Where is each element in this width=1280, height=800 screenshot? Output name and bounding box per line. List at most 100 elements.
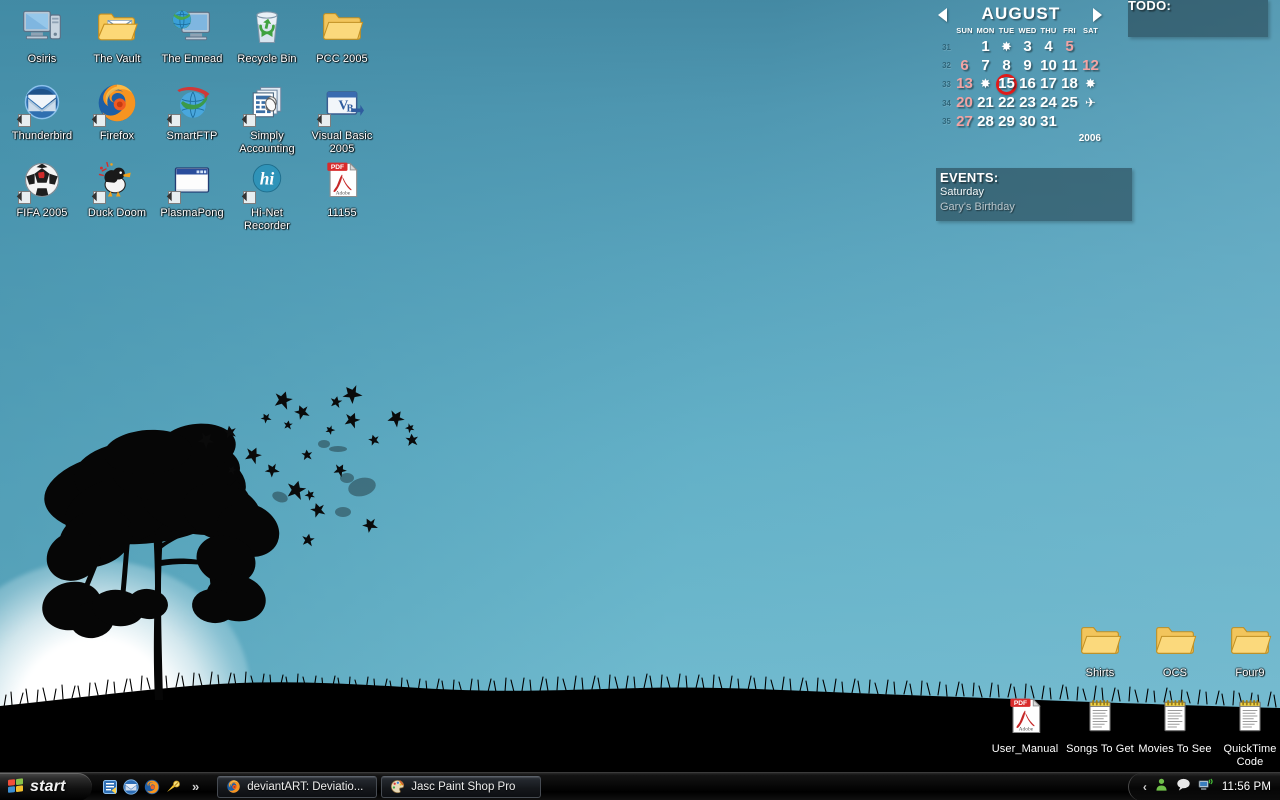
calendar-prev-month-arrow[interactable]: [938, 7, 950, 22]
desktop-icon-duck-doom[interactable]: Duck Doom: [79, 156, 155, 220]
desktop-icon-hi-net-recorder[interactable]: hi Hi-Net Recorder: [229, 156, 305, 232]
calendar-week-number: 34: [942, 98, 951, 108]
calendar-day-24[interactable]: 24: [1038, 94, 1059, 112]
calendar-sun-icon[interactable]: ✸: [996, 38, 1017, 56]
start-button[interactable]: start: [0, 772, 92, 800]
desktop-icon-shirts[interactable]: Shirts: [1062, 616, 1138, 680]
desktop-icon-songs-to-get[interactable]: Songs To Get: [1062, 692, 1138, 756]
desktop-icon-user-manual[interactable]: PDF Adobe User_Manual: [987, 692, 1063, 756]
desktop-icon-11155[interactable]: PDF Adobe 11155: [304, 156, 380, 220]
calendar-day-10[interactable]: 10: [1038, 57, 1059, 75]
network-icon[interactable]: [1198, 777, 1215, 797]
calendar-sun-icon[interactable]: ✸: [975, 75, 996, 93]
desktop-icon-four9[interactable]: Four9: [1212, 616, 1280, 680]
desktop-icon-osiris[interactable]: Osiris: [4, 2, 80, 66]
desktop-icon-label: Four9: [1235, 667, 1265, 679]
calendar-day-3[interactable]: 3: [1017, 38, 1038, 56]
calendar-weekday-header: SUN MON TUE WED THU FRI SAT: [936, 26, 1106, 38]
taskbar-button-deviantart-deviatio[interactable]: deviantART: Deviatio...: [217, 775, 378, 798]
calendar-day-17[interactable]: 17: [1038, 75, 1059, 93]
calendar-day-number: 31: [1040, 112, 1057, 130]
calendar-day-5[interactable]: 5: [1059, 38, 1080, 56]
taskbar-button-jasc-paint-shop-pro[interactable]: Jasc Paint Shop Pro: [381, 775, 542, 798]
show-desktop-icon[interactable]: [102, 779, 118, 795]
calendar-plane-icon[interactable]: ✈: [1080, 94, 1101, 112]
desktop-icon-simply-accounting[interactable]: Simply Accounting: [229, 79, 305, 155]
calendar-day-11[interactable]: 11: [1059, 57, 1080, 75]
desktop-icon-thunderbird[interactable]: Thunderbird: [4, 79, 80, 143]
calendar-day-30[interactable]: 30: [1017, 113, 1038, 131]
desktop-icon-fifa-2005[interactable]: FIFA 2005: [4, 156, 80, 220]
calendar-day-6[interactable]: 6: [954, 57, 975, 75]
system-tray: ‹ 11:56 PM: [1127, 772, 1280, 800]
calendar-week-row: 33 13 ✸ 15 16 17 18 ✸: [936, 73, 1106, 95]
notepad-icon: [1151, 692, 1199, 740]
speech-bubble-icon[interactable]: [1176, 777, 1191, 797]
calendar-sun-icon[interactable]: ✸: [1080, 75, 1101, 93]
calendar-day-1[interactable]: 1: [975, 38, 996, 56]
calendar-week-number: 35: [942, 117, 951, 127]
calendar-weekday-tue: TUE: [998, 26, 1015, 35]
calendar-day-8[interactable]: 8: [996, 57, 1017, 75]
calendar-day-22[interactable]: 22: [996, 94, 1017, 112]
desktop-icon-label: The Vault: [93, 53, 141, 65]
desktop-icon-pcc-2005[interactable]: PCC 2005: [304, 2, 380, 66]
svg-text:hi: hi: [260, 169, 275, 189]
taskbar-clock[interactable]: 11:56 PM: [1222, 781, 1271, 793]
messenger-person-icon[interactable]: [1154, 777, 1169, 797]
desktop-icon-label: Hi-Net Recorder: [243, 207, 291, 232]
calendar-day-18[interactable]: 18: [1059, 75, 1080, 93]
calendar-day-16[interactable]: 16: [1017, 75, 1038, 93]
desktop-icon-recycle-bin[interactable]: Recycle Bin: [229, 2, 305, 66]
calendar-day-15[interactable]: 15: [996, 73, 1017, 95]
calendar-day-9[interactable]: 9: [1017, 57, 1038, 75]
hi-net-icon: hi: [243, 156, 291, 204]
desktop-icon-ocs[interactable]: OCS: [1137, 616, 1213, 680]
calendar-day-4[interactable]: 4: [1038, 38, 1059, 56]
calendar-day-number: 3: [1023, 38, 1032, 56]
desktop-icon-label: Visual Basic 2005: [311, 130, 373, 155]
events-box[interactable]: EVENTS: Saturday Gary's Birthday: [936, 168, 1132, 221]
calendar-header: AUGUST: [936, 2, 1106, 26]
desktop-icon-the-vault[interactable]: The Vault: [79, 2, 155, 66]
svg-text:Adobe: Adobe: [1019, 727, 1034, 733]
calendar-next-month-arrow[interactable]: [1092, 7, 1104, 22]
calendar-day-number: 16: [1019, 75, 1036, 93]
calendar-day-27[interactable]: 27: [954, 113, 975, 131]
tray-expand-chevron[interactable]: ‹: [1143, 780, 1147, 794]
calendar-day-number: 18: [1061, 75, 1078, 93]
calendar-week-row: 31 1 ✸ 3 4 5: [936, 38, 1106, 57]
calendar-month-title: AUGUST: [981, 4, 1061, 23]
comet-icon[interactable]: [165, 779, 181, 795]
calendar-day-25[interactable]: 25: [1059, 94, 1080, 112]
calendar-day-13[interactable]: 13: [954, 75, 975, 93]
tree-silhouette: [42, 423, 280, 700]
desktop-icon-label: QuickTime Code: [1223, 743, 1277, 768]
desktop-icon-visual-basic-2005[interactable]: V B Visual Basic 2005: [304, 79, 380, 155]
desktop-icon-movies-to-see[interactable]: Movies To See: [1137, 692, 1213, 756]
calendar-day-7[interactable]: 7: [975, 57, 996, 75]
thunderbird-icon[interactable]: [123, 778, 139, 795]
desktop-icon-smartftp[interactable]: SmartFTP: [154, 79, 230, 143]
calendar-widget: AUGUST SUN MON TUE WED THU FRI SAT 31 1 ✸ 3 4 5 32 6 7…: [936, 2, 1106, 144]
calendar-day-12[interactable]: 12: [1080, 57, 1101, 75]
desktop-icon-firefox[interactable]: Firefox: [79, 79, 155, 143]
desktop-icon-quicktime-code[interactable]: QuickTime Code: [1212, 692, 1280, 768]
calendar-day-20[interactable]: 20: [954, 94, 975, 112]
quick-launch-expand-chevron[interactable]: »: [192, 779, 199, 794]
desktop-icon-label: Osiris: [27, 53, 57, 65]
firefox-icon[interactable]: [144, 779, 160, 795]
folder-icon: [1076, 616, 1124, 664]
desktop-icon-the-ennead[interactable]: The Ennead: [154, 2, 230, 66]
calendar-day-29[interactable]: 29: [996, 113, 1017, 131]
desktop-icon-label: PlasmaPong: [160, 207, 224, 219]
calendar-day-number: 10: [1040, 56, 1057, 74]
calendar-day-23[interactable]: 23: [1017, 94, 1038, 112]
calendar-day-28[interactable]: 28: [975, 113, 996, 131]
calendar-week-row: 35 27 28 29 30 31: [936, 112, 1106, 131]
shortcut-overlay-icon: [18, 114, 31, 127]
desktop-icon-plasmapong[interactable]: PlasmaPong: [154, 156, 230, 220]
calendar-day-31[interactable]: 31: [1038, 113, 1059, 131]
calendar-day-21[interactable]: 21: [975, 94, 996, 112]
notepad-icon: [1226, 692, 1274, 740]
